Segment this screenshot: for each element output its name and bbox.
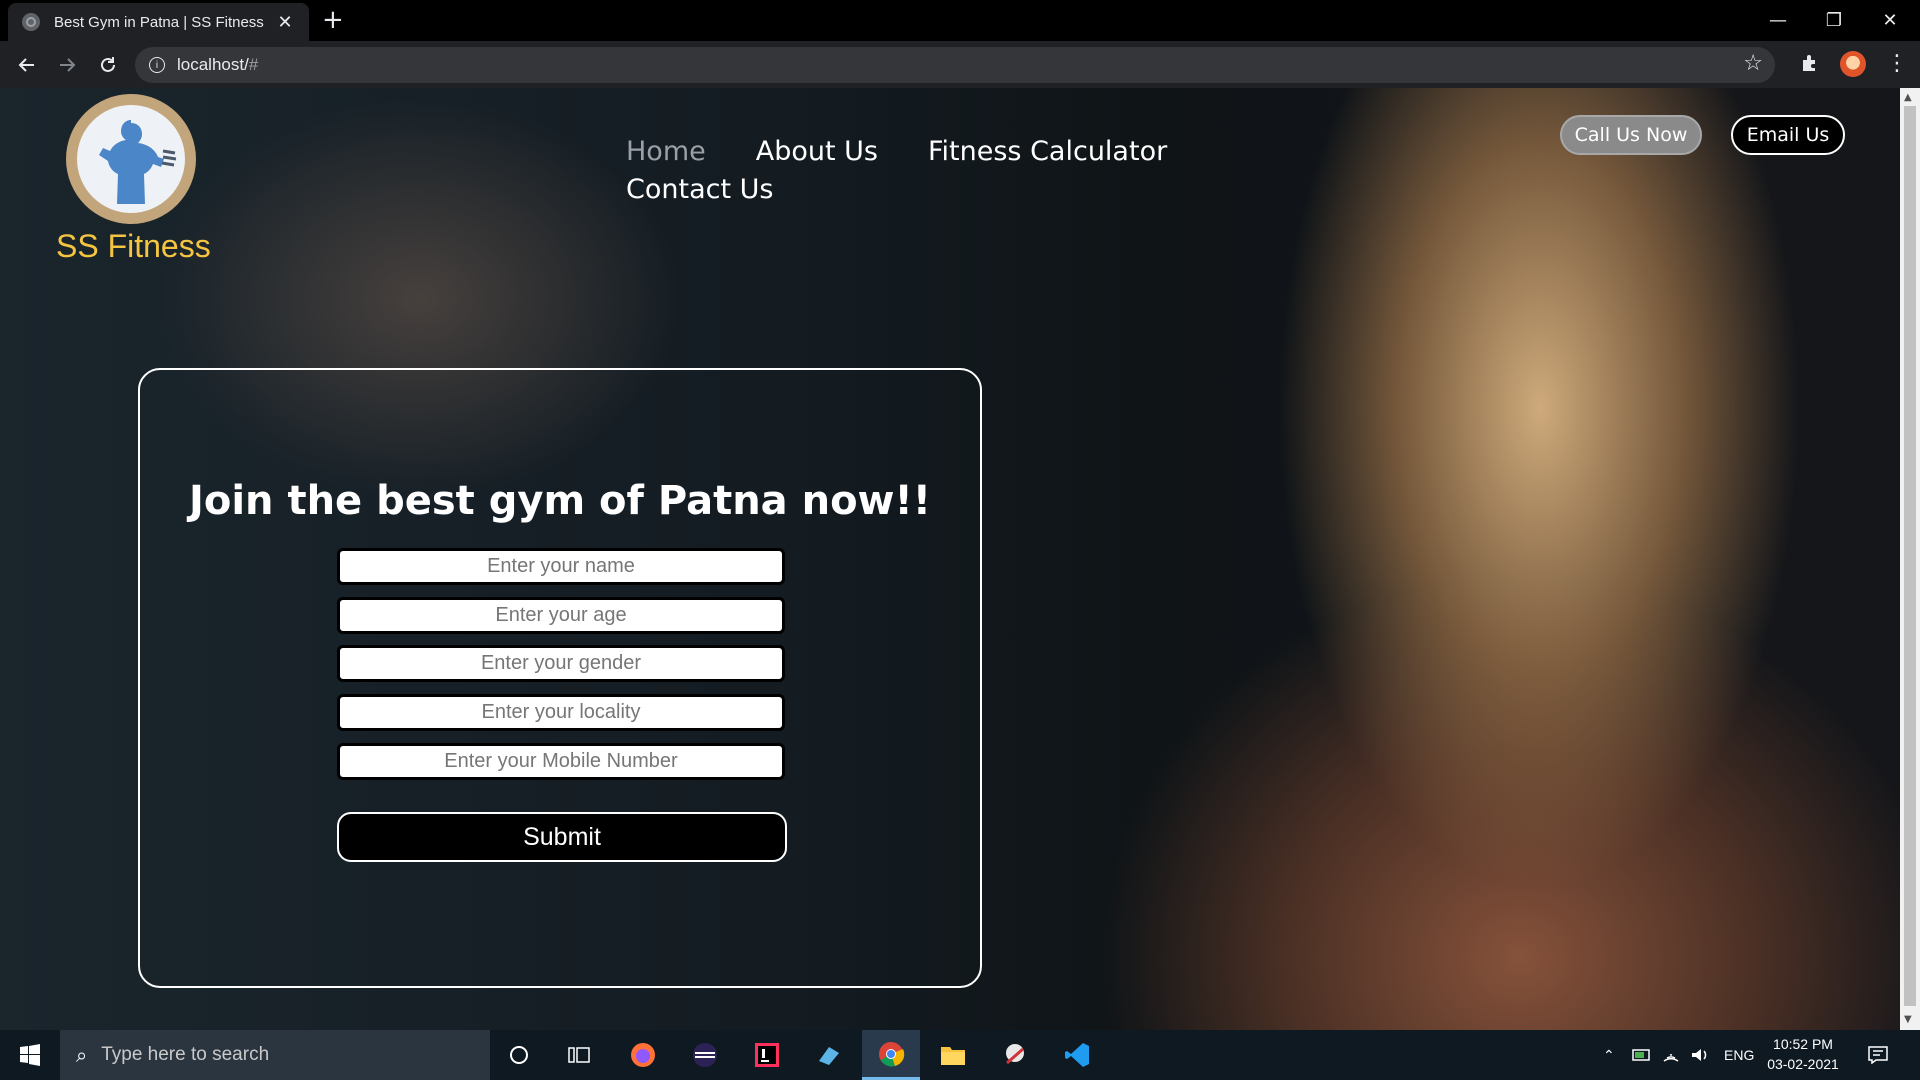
language-indicator[interactable]: ENG bbox=[1724, 1030, 1754, 1080]
globe-icon bbox=[22, 13, 40, 31]
volume-icon[interactable] bbox=[1690, 1030, 1710, 1080]
brand-name[interactable]: SS Fitness bbox=[56, 228, 211, 265]
wifi-icon[interactable] bbox=[1662, 1030, 1680, 1080]
file-explorer-icon[interactable] bbox=[924, 1030, 982, 1080]
extensions-puzzle-icon[interactable] bbox=[1800, 53, 1820, 78]
new-tab-button[interactable]: + bbox=[322, 6, 344, 34]
submit-button[interactable]: Submit bbox=[337, 812, 787, 862]
show-hidden-icons-chevron-icon[interactable]: ⌃ bbox=[1603, 1030, 1615, 1080]
browser-menu-icon[interactable]: ⋮ bbox=[1886, 50, 1908, 78]
close-tab-icon[interactable]: ✕ bbox=[275, 12, 295, 33]
url-text: localhost/ bbox=[177, 55, 249, 74]
form-title: Join the best gym of Patna now!! bbox=[188, 478, 931, 524]
minimize-window-button[interactable]: — bbox=[1750, 0, 1806, 41]
url-hash: # bbox=[248, 55, 259, 74]
bookmark-star-icon[interactable]: ☆ bbox=[1743, 51, 1763, 76]
join-form: Join the best gym of Patna now!! Enter y… bbox=[138, 368, 982, 988]
restore-window-button[interactable]: ❐ bbox=[1806, 0, 1862, 41]
clock-date: 03-02-2021 bbox=[1767, 1056, 1839, 1072]
taskbar-clock[interactable]: 10:52 PM 03-02-2021 bbox=[1766, 1034, 1840, 1074]
snipping-tool-icon[interactable] bbox=[986, 1030, 1044, 1080]
firefox-icon[interactable] bbox=[614, 1030, 672, 1080]
name-input[interactable]: Enter your name bbox=[337, 548, 785, 585]
cortana-icon[interactable] bbox=[490, 1030, 548, 1080]
mobile-number-input[interactable]: Enter your Mobile Number bbox=[337, 743, 785, 780]
scroll-down-arrow-icon[interactable]: ▼ bbox=[1904, 1014, 1912, 1025]
clock-time: 10:52 PM bbox=[1773, 1036, 1833, 1052]
nav-fitness-calculator[interactable]: Fitness Calculator bbox=[928, 133, 1167, 171]
notifications-icon[interactable] bbox=[1868, 1030, 1888, 1080]
address-bar[interactable]: i localhost/# ☆ bbox=[135, 47, 1775, 83]
search-placeholder: Type here to search bbox=[101, 1044, 270, 1065]
page-viewport: SS Fitness Home About Us Fitness Calculato… bbox=[0, 88, 1900, 1030]
nav-contact-us[interactable]: Contact Us bbox=[626, 171, 773, 209]
forward-arrow-icon[interactable] bbox=[53, 51, 81, 79]
scroll-up-arrow-icon[interactable]: ▲ bbox=[1904, 92, 1912, 103]
main-nav: Home About Us Fitness Calculator Contact U… bbox=[626, 133, 1186, 209]
nav-about-us[interactable]: About Us bbox=[756, 133, 878, 171]
tab-title: Best Gym in Patna | SS Fitness bbox=[54, 13, 264, 31]
chrome-icon[interactable] bbox=[862, 1030, 920, 1080]
profile-avatar[interactable] bbox=[1840, 51, 1866, 77]
vscode-icon[interactable] bbox=[1048, 1030, 1106, 1080]
eclipse-icon[interactable] bbox=[676, 1030, 734, 1080]
vmware-icon[interactable] bbox=[800, 1030, 858, 1080]
locality-input[interactable]: Enter your locality bbox=[337, 694, 785, 731]
browser-toolbar: i localhost/# ☆ bbox=[0, 41, 1920, 88]
back-arrow-icon[interactable] bbox=[13, 51, 41, 79]
search-icon: ⌕ bbox=[76, 1043, 88, 1067]
gym-logo[interactable] bbox=[66, 94, 196, 224]
task-view-icon[interactable] bbox=[550, 1030, 608, 1080]
taskbar-search-box[interactable]: ⌕ Type here to search bbox=[60, 1030, 490, 1080]
battery-icon[interactable] bbox=[1632, 1030, 1652, 1080]
gender-input[interactable]: Enter your gender bbox=[337, 645, 785, 682]
email-us-button[interactable]: Email Us bbox=[1731, 115, 1845, 155]
scrollbar-thumb[interactable] bbox=[1904, 106, 1916, 1006]
reload-icon[interactable] bbox=[94, 51, 122, 79]
browser-tab-strip: Best Gym in Patna | SS Fitness ✕ + — ❐ ✕ bbox=[0, 0, 1920, 41]
windows-start-icon[interactable] bbox=[0, 1030, 60, 1080]
windows-taskbar: ⌕ Type here to search ⌃ ENG 10:52 PM 03-… bbox=[0, 1030, 1920, 1080]
site-info-icon[interactable]: i bbox=[149, 57, 165, 73]
page-scrollbar[interactable]: ▲ ▼ bbox=[1900, 88, 1920, 1030]
call-us-button[interactable]: Call Us Now bbox=[1560, 115, 1702, 155]
intellij-icon[interactable] bbox=[738, 1030, 796, 1080]
close-window-button[interactable]: ✕ bbox=[1862, 0, 1918, 41]
nav-home[interactable]: Home bbox=[626, 133, 706, 171]
browser-tab[interactable]: Best Gym in Patna | SS Fitness ✕ bbox=[8, 3, 309, 41]
age-input[interactable]: Enter your age bbox=[337, 597, 785, 634]
bodybuilder-icon bbox=[77, 105, 185, 213]
